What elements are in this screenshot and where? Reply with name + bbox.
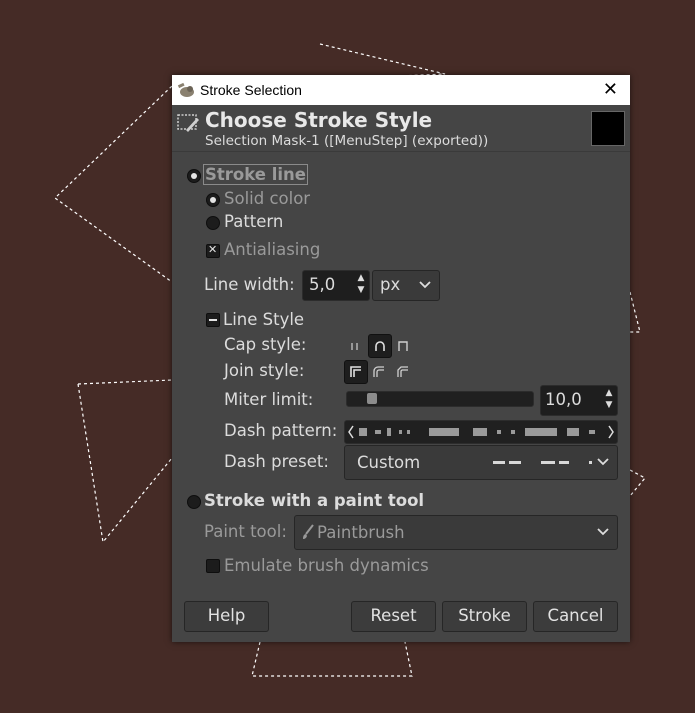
stroke-button[interactable]: Stroke [442, 601, 527, 632]
gimp-icon [177, 82, 194, 97]
miter-slider-handle[interactable] [367, 393, 377, 404]
pattern-label[interactable]: Pattern [224, 212, 283, 231]
title-bar: Stroke Selection ✕ [172, 75, 630, 105]
cap-round-icon [375, 341, 385, 351]
dialog-heading: Choose Stroke Style [205, 108, 433, 132]
stroke-line-radio[interactable] [187, 169, 201, 183]
stroke-line-label[interactable]: Stroke line [203, 164, 308, 185]
line-width-label: Line width: [204, 275, 295, 294]
close-icon[interactable]: ✕ [603, 79, 618, 99]
stroke-color-swatch [591, 111, 625, 146]
solid-color-label[interactable]: Solid color [224, 189, 310, 208]
paint-tool-label: Paint tool: [204, 522, 287, 541]
dash-pattern-graphic [348, 425, 614, 439]
miter-limit-value: 10,0 [545, 390, 582, 409]
dash-pattern-label: Dash pattern: [224, 421, 338, 440]
join-miter-icon [350, 366, 361, 377]
dash-preset-value: Custom [357, 453, 421, 472]
antialiasing-label[interactable]: Antialiasing [224, 240, 320, 259]
antialiasing-checkbox[interactable] [206, 243, 220, 258]
window-title: Stroke Selection [200, 82, 302, 98]
line-width-value: 5,0 [309, 275, 336, 294]
dialog-subheading: Selection Mask-1 ([MenuStep] (exported)) [205, 133, 489, 149]
join-style-label: Join style: [224, 361, 305, 380]
solid-color-radio[interactable] [206, 193, 220, 207]
unit-dropdown[interactable]: px [372, 270, 440, 301]
cap-square-icon [398, 341, 408, 351]
miter-limit-stepper[interactable]: ▲ ▼ [603, 387, 615, 411]
dash-preset-preview [493, 461, 592, 464]
reset-button[interactable]: Reset [351, 601, 436, 632]
cap-butt-button[interactable] [344, 335, 366, 357]
line-width-stepper[interactable]: ▲ ▼ [355, 272, 367, 296]
paintbrush-icon [303, 524, 314, 539]
join-bevel-icon [397, 366, 408, 377]
cap-style-label: Cap style: [224, 335, 307, 354]
stroke-selection-icon [177, 114, 199, 132]
paint-tool-section-label[interactable]: Stroke with a paint tool [204, 491, 424, 510]
miter-limit-slider[interactable] [346, 391, 534, 407]
dialog-header: Choose Stroke Style Selection Mask-1 ([M… [172, 105, 630, 152]
miter-limit-field[interactable]: 10,0 ▲ ▼ [540, 385, 618, 416]
paint-tool-value: Paintbrush [317, 523, 405, 542]
chevron-right-icon [608, 425, 614, 439]
chevron-down-icon [597, 458, 609, 466]
emulate-dynamics-label[interactable]: Emulate brush dynamics [224, 556, 429, 575]
cancel-button[interactable]: Cancel [533, 601, 618, 632]
join-miter-button[interactable] [344, 360, 368, 384]
unit-value: px [380, 275, 401, 294]
help-button[interactable]: Help [184, 601, 269, 632]
dash-preset-dropdown[interactable]: Custom [344, 445, 618, 480]
chevron-left-icon [348, 425, 354, 439]
line-style-expander[interactable] [206, 313, 220, 327]
stroke-selection-dialog: Stroke Selection ✕ Choose Stroke Style S… [172, 75, 630, 642]
cap-butt-icon [351, 343, 358, 350]
join-round-button[interactable] [368, 361, 390, 383]
chevron-down-icon [419, 281, 431, 289]
pattern-radio[interactable] [206, 216, 220, 230]
cap-square-button[interactable] [392, 335, 414, 357]
emulate-dynamics-checkbox[interactable] [206, 559, 220, 573]
dash-preset-label: Dash preset: [224, 452, 329, 471]
chevron-down-icon [597, 528, 609, 536]
cap-round-button[interactable] [368, 334, 392, 358]
line-width-field[interactable]: 5,0 ▲ ▼ [302, 270, 370, 301]
paint-tool-dropdown[interactable]: Paintbrush [294, 515, 618, 550]
dash-pattern-editor[interactable] [344, 420, 618, 444]
line-style-label[interactable]: Line Style [223, 310, 304, 329]
miter-limit-label: Miter limit: [224, 390, 314, 409]
join-bevel-button[interactable] [392, 361, 414, 383]
join-round-icon [373, 366, 384, 377]
paint-tool-radio[interactable] [187, 495, 201, 509]
